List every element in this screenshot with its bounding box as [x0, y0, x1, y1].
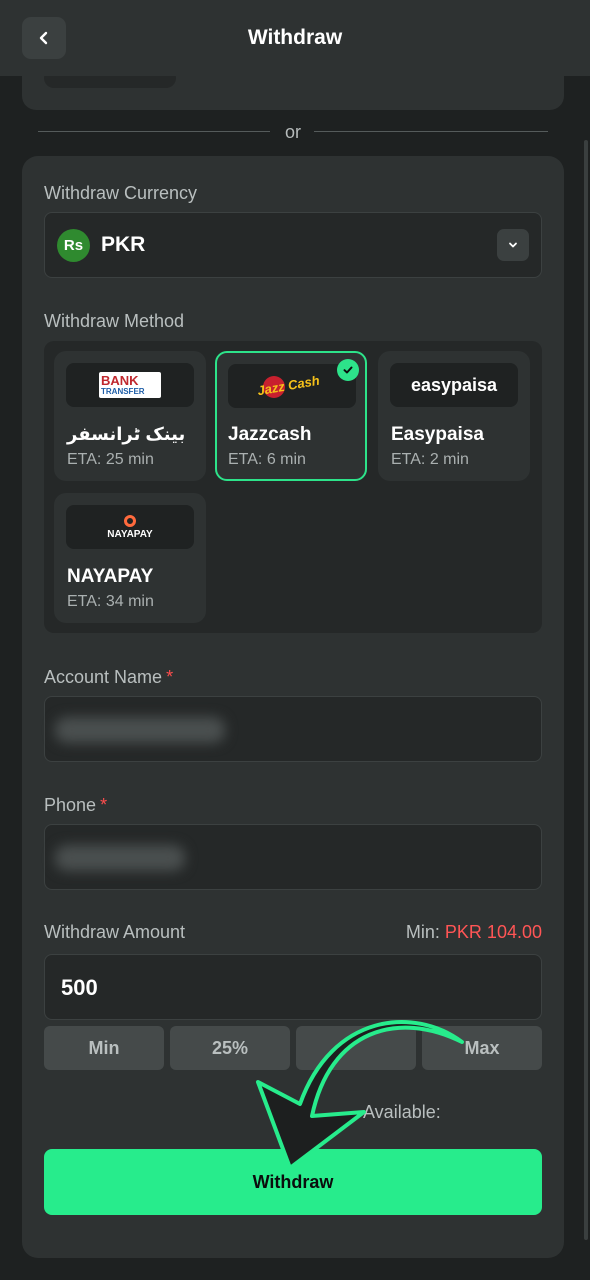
or-separator: or [38, 120, 548, 144]
method-eta: ETA: 25 min [67, 451, 154, 468]
amount-label: Withdraw Amount [44, 922, 186, 942]
method-jazzcash[interactable]: Jazz Cash Jazzcash ETA: 6 min [215, 351, 367, 481]
max-button[interactable]: Max [422, 1026, 542, 1070]
min-button[interactable]: Min [44, 1026, 164, 1070]
withdraw-form-card: Withdraw Currency Rs PKR Withdraw Method… [22, 156, 564, 1258]
available-balance-label: Available: [363, 1102, 441, 1122]
method-eta: ETA: 34 min [67, 593, 154, 610]
separator-line-right [314, 131, 548, 132]
method-bank-transfer[interactable]: BANK TRANSFER بینک ٹرانسفر ETA: 25 min [54, 351, 206, 481]
amount-value: 500 [61, 975, 98, 1000]
method-eta: ETA: 6 min [228, 451, 306, 468]
blurred-account-name [55, 717, 225, 743]
required-mark: * [100, 795, 108, 815]
currency-select[interactable]: Rs PKR [44, 212, 542, 278]
nayapay-logo: NAYAPAY [66, 505, 194, 549]
withdraw-submit-button[interactable]: Withdraw [44, 1149, 542, 1215]
minimum-amount: Min: PKR 104.00 [405, 922, 542, 942]
or-label: or [284, 122, 301, 142]
method-nayapay[interactable]: NAYAPAY NAYAPAY ETA: 34 min [54, 493, 206, 623]
account-name-label: Account Name * [44, 667, 174, 687]
method-easypaisa[interactable]: easypaisa Easypaisa ETA: 2 min [378, 351, 530, 481]
amount-field[interactable]: 500 [44, 954, 542, 1020]
bank-transfer-logo: BANK TRANSFER [66, 363, 194, 407]
method-label: Withdraw Method [44, 311, 185, 331]
top-bar: Withdraw [0, 0, 590, 76]
chevron-down-icon[interactable] [497, 229, 529, 261]
page-title: Withdraw [247, 26, 343, 49]
easypaisa-logo: easypaisa [390, 363, 518, 407]
selected-check-icon [337, 359, 359, 381]
method-name: NAYAPAY [67, 566, 154, 587]
25-percent-button[interactable]: 25% [170, 1026, 290, 1070]
method-name: Jazzcash [228, 424, 312, 445]
required-mark: * [166, 667, 174, 687]
50-percent-button[interactable] [296, 1026, 416, 1070]
rupee-icon: Rs [57, 229, 90, 262]
method-name: Easypaisa [391, 424, 484, 445]
blurred-phone-number [55, 845, 185, 871]
method-name: بینک ٹرانسفر [67, 424, 186, 444]
scrollbar[interactable] [584, 140, 588, 1240]
method-grid: BANK TRANSFER بینک ٹرانسفر ETA: 25 min J… [44, 341, 542, 633]
phone-field[interactable] [44, 824, 542, 890]
currency-label: Withdraw Currency [44, 183, 198, 203]
account-name-field[interactable] [44, 696, 542, 762]
method-eta: ETA: 2 min [391, 451, 469, 468]
phone-label: Phone * [44, 795, 108, 815]
currency-value: PKR [101, 233, 146, 256]
